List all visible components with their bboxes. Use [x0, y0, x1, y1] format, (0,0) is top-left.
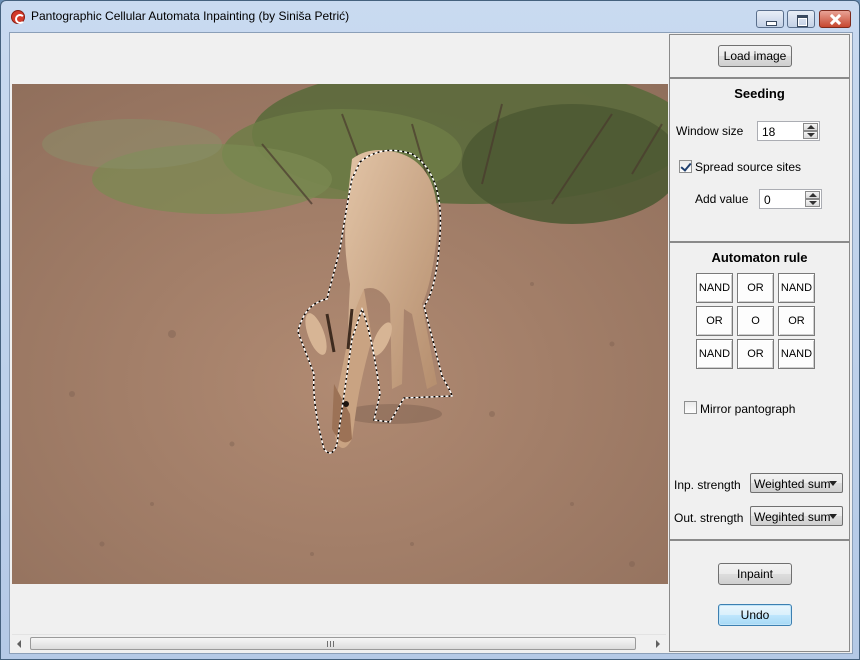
rule-cell[interactable]: NAND	[778, 273, 815, 303]
spread-source-label: Spread source sites	[695, 160, 802, 174]
spinner-buttons	[805, 191, 820, 207]
rule-cell[interactable]: OR	[778, 306, 815, 336]
close-icon[interactable]	[819, 10, 851, 28]
seeding-title: Seeding	[734, 86, 785, 101]
spinner-buttons	[803, 123, 818, 139]
image-canvas	[12, 34, 668, 634]
undo-button[interactable]: Undo	[718, 604, 792, 626]
rule-cell[interactable]: NAND	[778, 339, 815, 369]
out-strength-label: Out. strength	[674, 511, 744, 525]
grip-icon	[327, 641, 335, 647]
spin-up-icon[interactable]	[805, 191, 820, 199]
spin-up-icon[interactable]	[803, 123, 818, 131]
out-strength-select[interactable]: Wegihted sum	[750, 506, 843, 526]
mirror-pantograph-label: Mirror pantograph	[700, 402, 796, 416]
rule-cell[interactable]: NAND	[696, 273, 733, 303]
window-size-value: 18	[762, 125, 776, 139]
seeding-panel: Seeding Window size 18 Spread source sit…	[669, 78, 850, 242]
actions-panel: Inpaint Undo	[669, 540, 850, 652]
minimize-icon[interactable]	[756, 10, 784, 28]
inp-strength-value: Weighted sum	[754, 477, 831, 491]
title-bar[interactable]: Pantographic Cellular Automata Inpaintin…	[1, 1, 859, 32]
scroll-right-icon[interactable]	[650, 636, 666, 651]
inp-strength-label: Inp. strength	[674, 478, 741, 492]
photo-svg	[12, 84, 668, 584]
maximize-icon[interactable]	[787, 10, 815, 28]
window-size-spinner[interactable]: 18	[757, 121, 820, 141]
rule-cell[interactable]: OR	[737, 339, 774, 369]
window-title: Pantographic Cellular Automata Inpaintin…	[31, 9, 350, 23]
add-value-label: Add value	[695, 192, 749, 206]
rule-grid: NAND OR NAND OR O OR NAND OR NAND	[696, 273, 818, 369]
out-strength-value: Wegihted sum	[754, 510, 831, 524]
rule-cell[interactable]: NAND	[696, 339, 733, 369]
app-icon	[11, 10, 25, 24]
spin-down-icon[interactable]	[803, 131, 818, 139]
add-value-spinner[interactable]: 0	[759, 189, 822, 209]
scroll-left-icon[interactable]	[12, 636, 28, 651]
inp-strength-select[interactable]: Weighted sum	[750, 473, 843, 493]
shadow	[342, 404, 442, 424]
spin-down-icon[interactable]	[805, 199, 820, 207]
rule-cell[interactable]: OR	[737, 273, 774, 303]
inpaint-button[interactable]: Inpaint	[718, 563, 792, 585]
spread-source-checkbox[interactable]	[679, 160, 692, 173]
add-value-value: 0	[764, 193, 771, 207]
load-panel: Load image	[669, 34, 850, 78]
client-area: Load image Seeding Window size 18 Spread…	[9, 32, 853, 654]
load-image-button[interactable]: Load image	[718, 45, 792, 67]
window-size-label: Window size	[676, 124, 744, 138]
app-window: Pantographic Cellular Automata Inpaintin…	[0, 0, 860, 660]
rule-cell[interactable]: OR	[696, 306, 733, 336]
horizontal-scrollbar[interactable]	[12, 634, 666, 651]
loaded-photo[interactable]	[12, 84, 668, 584]
mirror-pantograph-checkbox[interactable]	[684, 401, 697, 414]
dropdown-arrow-icon	[829, 481, 837, 486]
scroll-thumb[interactable]	[30, 637, 636, 650]
rule-cell[interactable]: O	[737, 306, 774, 336]
automaton-panel: Automaton rule NAND OR NAND OR O OR NAND…	[669, 242, 850, 540]
automaton-title: Automaton rule	[711, 250, 808, 265]
dropdown-arrow-icon	[829, 514, 837, 519]
